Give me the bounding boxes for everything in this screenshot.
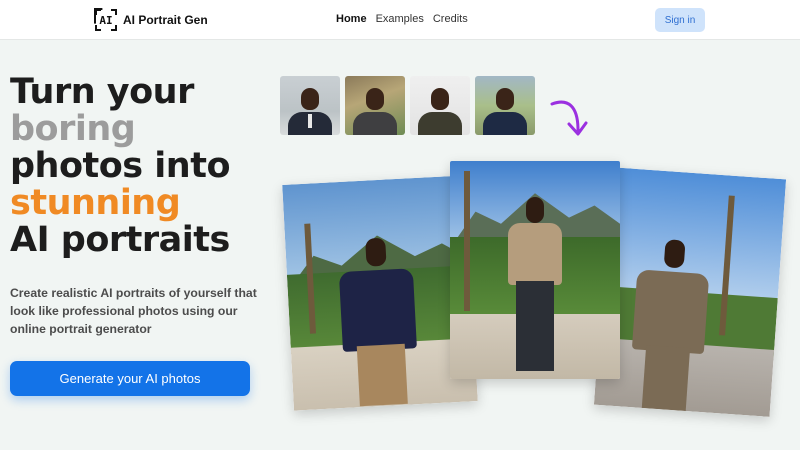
ai-frame-logo-icon: AI — [95, 9, 117, 31]
ai-portrait-example — [450, 161, 620, 379]
headline-line: AI portraits — [10, 220, 230, 260]
nav-examples[interactable]: Examples — [376, 13, 424, 25]
brand-logo[interactable]: AI AI Portrait Gen — [95, 9, 208, 31]
headline-line: stunning — [10, 183, 181, 223]
ai-portrait-example — [593, 167, 787, 417]
input-photo-thumbnail — [280, 76, 340, 135]
hero-subtext: Create realistic AI portraits of yoursel… — [10, 286, 257, 336]
curved-arrow-down-icon — [550, 100, 588, 136]
headline-line: Turn your — [10, 72, 194, 112]
input-photo-thumbnail — [345, 76, 405, 135]
ai-portrait-example — [282, 175, 478, 411]
headline-line: boring — [10, 109, 136, 149]
nav-credits[interactable]: Credits — [433, 13, 468, 25]
input-photo-thumbnail — [475, 76, 535, 135]
generate-photos-button[interactable]: Generate your AI photos — [10, 361, 250, 396]
top-navbar: AI AI Portrait Gen Home Examples Credits… — [0, 0, 800, 40]
sign-in-button[interactable]: Sign in — [655, 8, 705, 32]
nav-home[interactable]: Home — [336, 13, 367, 25]
headline-line: photos into — [10, 146, 231, 186]
brand-name: AI Portrait Gen — [123, 13, 208, 27]
hero-headline: Turn your boring photos into stunning AI… — [10, 74, 280, 259]
input-photo-thumbnail — [410, 76, 470, 135]
main-nav: Home Examples Credits — [336, 13, 468, 25]
